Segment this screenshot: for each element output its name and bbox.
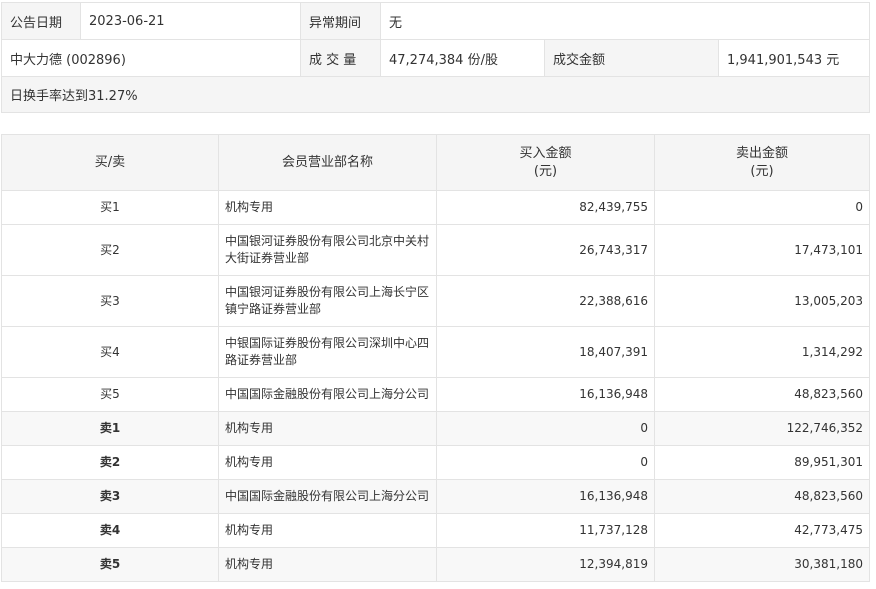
row-buy-amount: 0 xyxy=(436,445,655,480)
row-sell-amount: 48,823,560 xyxy=(654,377,870,412)
row-side: 买2 xyxy=(1,224,219,276)
row-sell-amount: 1,314,292 xyxy=(654,326,870,378)
row-side: 卖2 xyxy=(1,445,219,480)
row-side: 买5 xyxy=(1,377,219,412)
row-sell-amount: 30,381,180 xyxy=(654,547,870,582)
trading-seats-table: 买/卖 会员营业部名称 买入金额 (元) 卖出金额 (元) 买1 机构专用 82… xyxy=(1,134,870,582)
row-buy-amount: 11,737,128 xyxy=(436,513,655,548)
volume-label: 成 交 量 xyxy=(300,39,381,77)
table-row: 卖4 机构专用 11,737,128 42,773,475 xyxy=(1,513,870,548)
row-side: 买4 xyxy=(1,326,219,378)
row-buy-amount: 18,407,391 xyxy=(436,326,655,378)
row-side: 卖5 xyxy=(1,547,219,582)
row-sell-amount: 42,773,475 xyxy=(654,513,870,548)
row-department: 机构专用 xyxy=(218,411,437,446)
row-sell-amount: 0 xyxy=(654,190,870,225)
table-row: 卖3 中国国际金融股份有限公司上海分公司 16,136,948 48,823,5… xyxy=(1,479,870,514)
date-label: 公告日期 xyxy=(1,2,81,40)
table-row: 卖5 机构专用 12,394,819 30,381,180 xyxy=(1,547,870,582)
row-buy-amount: 16,136,948 xyxy=(436,479,655,514)
row-buy-amount: 82,439,755 xyxy=(436,190,655,225)
row-buy-amount: 26,743,317 xyxy=(436,224,655,276)
table-row: 买1 机构专用 82,439,755 0 xyxy=(1,190,870,225)
table-row: 买4 中银国际证券股份有限公司深圳中心四路证券营业部 18,407,391 1,… xyxy=(1,326,870,378)
header-department: 会员营业部名称 xyxy=(218,134,437,191)
table-row: 买2 中国银河证券股份有限公司北京中关村大街证券营业部 26,743,317 1… xyxy=(1,224,870,276)
row-side: 买3 xyxy=(1,275,219,327)
header-side: 买/卖 xyxy=(1,134,219,191)
row-sell-amount: 48,823,560 xyxy=(654,479,870,514)
abnormal-period-value: 无 xyxy=(379,2,871,40)
row-department: 中银国际证券股份有限公司深圳中心四路证券营业部 xyxy=(218,326,437,378)
row-department: 中国国际金融股份有限公司上海分公司 xyxy=(218,479,437,514)
row-side: 卖4 xyxy=(1,513,219,548)
row-buy-amount: 0 xyxy=(436,411,655,446)
stock-name: 中大力德 (002896) xyxy=(1,39,301,77)
row-department: 机构专用 xyxy=(218,445,437,480)
row-department: 中国国际金融股份有限公司上海分公司 xyxy=(218,377,437,412)
row-sell-amount: 89,951,301 xyxy=(654,445,870,480)
table-row: 买5 中国国际金融股份有限公司上海分公司 16,136,948 48,823,5… xyxy=(1,377,870,412)
row-buy-amount: 22,388,616 xyxy=(436,275,655,327)
table-row: 买3 中国银河证券股份有限公司上海长宁区镇宁路证券营业部 22,388,616 … xyxy=(1,275,870,327)
header-buy-amount: 买入金额 (元) xyxy=(436,134,655,191)
row-sell-amount: 13,005,203 xyxy=(654,275,870,327)
header-buy-line1: 买入金额 xyxy=(519,145,572,161)
row-department: 机构专用 xyxy=(218,190,437,225)
date-value: 2023-06-21 xyxy=(80,2,301,40)
row-buy-amount: 16,136,948 xyxy=(436,377,655,412)
row-department: 中国银河证券股份有限公司上海长宁区镇宁路证券营业部 xyxy=(218,275,437,327)
row-side: 卖1 xyxy=(1,411,219,446)
row-department: 机构专用 xyxy=(218,547,437,582)
row-side: 买1 xyxy=(1,190,219,225)
row-sell-amount: 122,746,352 xyxy=(654,411,870,446)
stock-info-table: 公告日期 2023-06-21 异常期间 无 中大力德 (002896) 成 交… xyxy=(0,2,871,113)
table-row: 卖2 机构专用 0 89,951,301 xyxy=(1,445,870,480)
header-sell-amount: 卖出金额 (元) xyxy=(654,134,870,191)
header-sell-line2: (元) xyxy=(750,163,774,179)
amount-value: 1,941,901,543 元 xyxy=(717,39,871,77)
row-department: 中国银河证券股份有限公司北京中关村大街证券营业部 xyxy=(218,224,437,276)
header-sell-line1: 卖出金额 xyxy=(735,145,788,161)
table-row: 卖1 机构专用 0 122,746,352 xyxy=(1,411,870,446)
turnover-note: 日换手率达到31.27% xyxy=(0,76,871,113)
row-buy-amount: 12,394,819 xyxy=(436,547,655,582)
amount-label: 成交金额 xyxy=(544,39,719,77)
abnormal-period-label: 异常期间 xyxy=(300,2,381,40)
row-department: 机构专用 xyxy=(218,513,437,548)
row-side: 卖3 xyxy=(1,479,219,514)
header-buy-line2: (元) xyxy=(533,163,558,179)
row-sell-amount: 17,473,101 xyxy=(654,224,870,276)
volume-value: 47,274,384 份/股 xyxy=(380,39,545,77)
